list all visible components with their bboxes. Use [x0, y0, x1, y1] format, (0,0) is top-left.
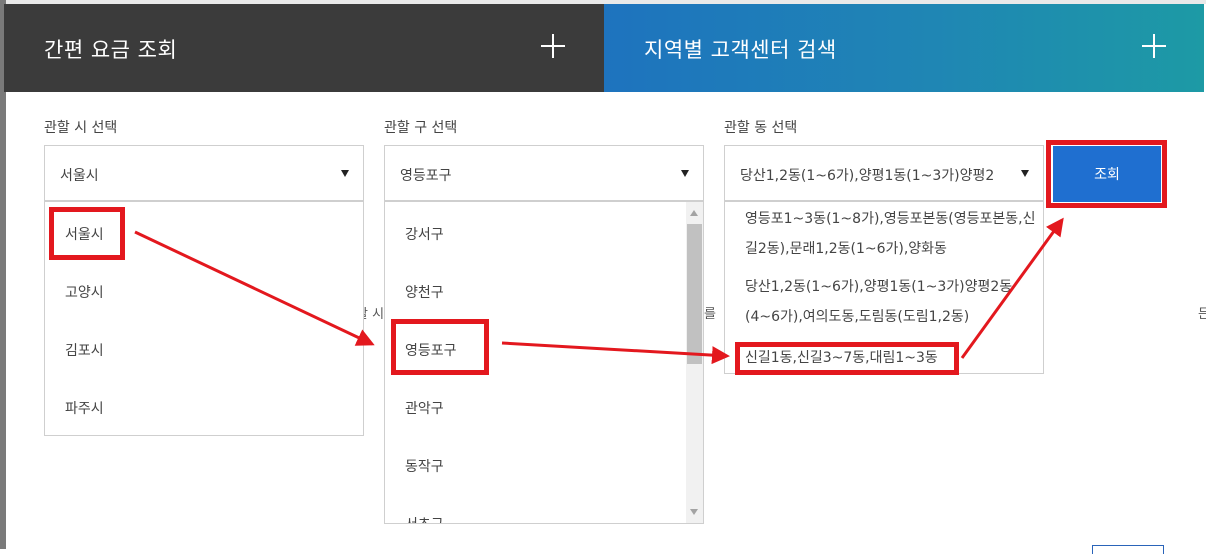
annotation-box-dong	[735, 342, 959, 375]
city-label: 관할 시 선택	[44, 120, 118, 136]
annotation-box-city	[49, 207, 125, 260]
background-text: 를	[704, 307, 716, 322]
district-label: 관할 구 선택	[384, 120, 458, 136]
chevron-down-icon	[681, 170, 689, 177]
city-select-value: 서울시	[60, 168, 99, 184]
district-select-value: 영등포구	[400, 168, 452, 184]
city-option[interactable]: 파주시	[65, 398, 104, 418]
annotation-box-district	[391, 319, 489, 375]
expand-plus-icon[interactable]	[541, 34, 565, 58]
expand-plus-icon[interactable]	[1142, 34, 1166, 58]
annotation-box-submit	[1046, 140, 1167, 208]
background-text: 든	[1198, 307, 1206, 322]
city-option[interactable]: 고양시	[65, 282, 104, 302]
tab-center-search-title: 지역별 고객센터 검색	[644, 38, 837, 62]
scrollbar-thumb[interactable]	[687, 224, 702, 364]
dong-select-value: 당산1,2동(1~6가),양평1동(1~3가)양평2	[740, 168, 995, 184]
tab-center-search[interactable]: 지역별 고객센터 검색	[604, 4, 1204, 92]
district-option[interactable]: 관악구	[405, 398, 444, 418]
tab-quick-fee[interactable]: 간편 요금 조회	[4, 4, 604, 92]
background-box	[1092, 545, 1164, 554]
district-option[interactable]: 양천구	[405, 282, 444, 302]
scrollbar[interactable]	[686, 202, 703, 523]
city-select[interactable]: 서울시	[44, 145, 364, 201]
dong-label: 관할 동 선택	[724, 120, 798, 136]
district-select[interactable]: 영등포구	[384, 145, 704, 201]
tab-quick-fee-title: 간편 요금 조회	[44, 38, 178, 62]
dong-select[interactable]: 당산1,2동(1~6가),양평1동(1~3가)양평2	[724, 145, 1044, 201]
scroll-down-arrow-icon[interactable]	[690, 509, 698, 515]
district-option[interactable]: 강서구	[405, 224, 444, 244]
dong-option[interactable]: 영등포1~3동(1~8가),영등포본동(영등포본동,신길2동),문래1,2동(1…	[745, 204, 1043, 264]
chevron-down-icon	[341, 170, 349, 177]
district-option[interactable]: 동작구	[405, 456, 444, 476]
city-option[interactable]: 김포시	[65, 340, 104, 360]
dong-option[interactable]: 당산1,2동(1~6가),양평1동(1~3가)양평2동(4~6가),여의도동,도…	[745, 272, 1043, 332]
chevron-down-icon	[1021, 170, 1029, 177]
district-option[interactable]: 서초구	[405, 514, 444, 523]
scroll-up-arrow-icon[interactable]	[690, 210, 698, 216]
